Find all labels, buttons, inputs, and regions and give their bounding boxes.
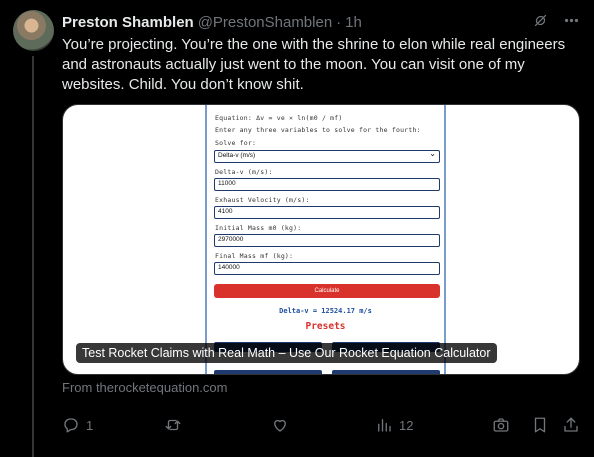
reply-button[interactable]: 1 [62,416,93,434]
more-icon[interactable] [563,12,580,33]
field-label: Final Mass mf (kg): [215,252,294,260]
field-input: 2970000 [214,234,440,247]
tweet-time[interactable]: 1h [345,14,362,31]
tweet-header: Preston Shamblen @PrestonShamblen · 1h [62,12,580,32]
screenshot-button[interactable] [492,416,510,434]
field-label: Exhaust Velocity (m/s): [215,196,310,204]
field-label: Delta-v (m/s): [215,168,273,176]
grok-icon[interactable] [532,12,549,33]
field-input: 140000 [214,262,440,275]
repost-button[interactable] [164,416,188,434]
card-caption: Test Rocket Claims with Real Math – Use … [76,343,497,363]
camera-icon [493,418,509,432]
tweet-text: You’re projecting. You’re the one with t… [62,36,566,93]
thread-line [32,56,34,457]
field-input: 4100 [214,206,440,219]
bookmark-icon [534,417,546,433]
views-icon [378,419,391,432]
author-handle[interactable]: @PrestonShamblen [198,14,332,31]
field-label: Initial Mass m0 (kg): [215,224,302,232]
author-name[interactable]: Preston Shamblen [62,14,194,31]
presets-heading: Presets [305,321,346,332]
reply-count: 1 [86,417,94,433]
like-button[interactable] [271,416,295,434]
calculator-screenshot: Equation: Δv = ve × ln(m0 / mf) Enter an… [205,105,446,374]
author-avatar[interactable] [13,10,54,51]
heart-icon [274,419,286,432]
action-bar: 1 12 [62,416,582,438]
views-count: 12 [399,417,414,433]
share-icon [564,417,578,432]
equation-text: Equation: Δv = ve × ln(m0 / mf) [215,114,343,122]
link-card[interactable]: Equation: Δv = ve × ln(m0 / mf) Enter an… [62,104,580,375]
result-text: Delta-v = 12524.17 m/s [279,307,372,315]
repost-icon [165,419,181,431]
bookmark-button[interactable] [531,416,549,434]
separator-dot: · [336,13,342,31]
instruction-text: Enter any three variables to solve for t… [215,126,421,134]
header-icons [532,12,580,33]
calculate-button: Calculate [214,284,440,298]
card-source[interactable]: From therocketequation.com [62,380,227,395]
reply-icon [64,418,78,433]
preset-button [332,370,440,374]
views-button[interactable]: 12 [375,416,413,434]
solve-for-label: Solve for: [215,139,257,147]
solve-for-select: Delta-v (m/s) [214,149,440,163]
preset-button [214,370,322,374]
field-input: 11000 [214,178,440,191]
share-button[interactable] [562,416,580,434]
